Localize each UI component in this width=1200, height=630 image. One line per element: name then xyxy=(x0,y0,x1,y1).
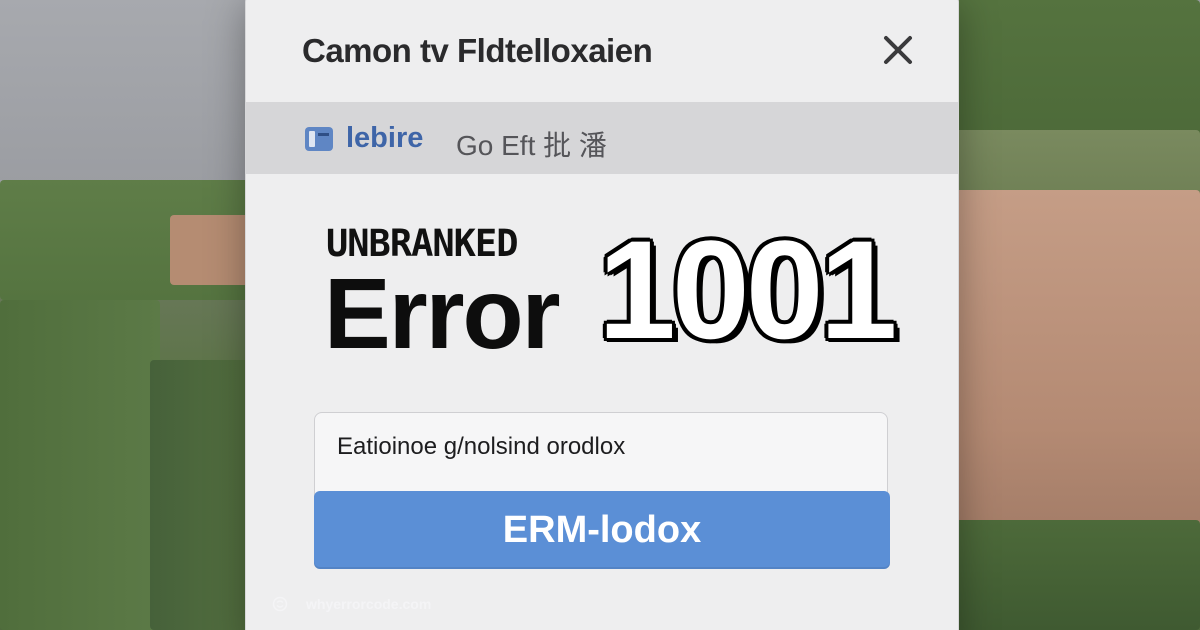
watermark-logo-icon xyxy=(272,596,288,612)
folder-tab-icon xyxy=(305,127,333,151)
background-block xyxy=(955,520,1200,630)
error-word: Error xyxy=(324,258,561,370)
background-block xyxy=(0,300,160,630)
message-field-value: Eatioinoe g/nolsind orodlox xyxy=(337,433,626,460)
error-code: 1001 xyxy=(598,211,897,368)
source-text: Go Eft 批 潘 xyxy=(456,130,607,161)
background-sky xyxy=(0,0,260,200)
close-button[interactable] xyxy=(878,30,918,70)
background-block xyxy=(150,360,260,630)
close-icon xyxy=(884,36,912,64)
dialog-title: Camon tv Fldtelloxaien xyxy=(302,32,653,69)
watermark-text: whyerrorcode.com xyxy=(306,596,432,612)
dialog-header: Camon tv Fldtelloxaien xyxy=(246,0,958,96)
source-bar: lebire Go Eft 批 潘 xyxy=(246,102,958,174)
watermark: whyerrorcode.com xyxy=(272,592,431,616)
background-block xyxy=(950,0,1200,140)
error-dialog: Camon tv Fldtelloxaien lebire Go Eft 批 潘… xyxy=(246,0,958,630)
primary-action-button[interactable]: ERM-lodox xyxy=(314,491,890,569)
background-block xyxy=(955,190,1200,530)
source-brand: lebire xyxy=(346,122,424,154)
